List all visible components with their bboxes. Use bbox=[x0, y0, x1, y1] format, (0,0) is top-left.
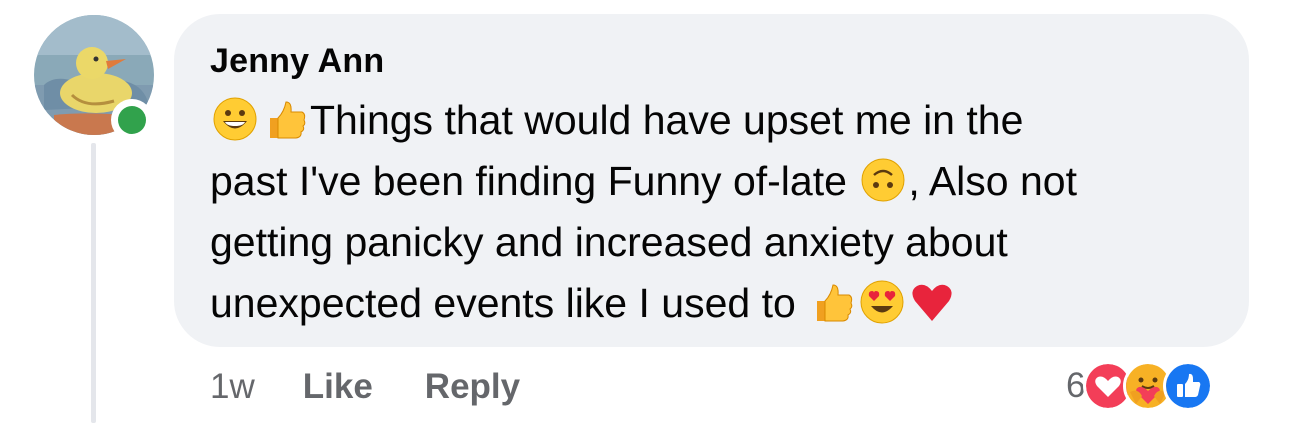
like-button[interactable]: Like bbox=[303, 367, 373, 407]
thumbs-up-icon bbox=[262, 96, 308, 142]
comment-actions: 1w Like Reply bbox=[210, 362, 572, 412]
upside-down-face-icon bbox=[860, 157, 906, 203]
grinning-face-icon bbox=[212, 96, 258, 142]
reply-button[interactable]: Reply bbox=[425, 367, 520, 407]
comment-line-4: unexpected events like I used to bbox=[210, 280, 796, 326]
comment-line-2b: , Also not bbox=[908, 158, 1077, 204]
comment-line-2a: past I've been finding Funny of-late bbox=[210, 158, 847, 204]
like-reaction-icon bbox=[1163, 361, 1214, 411]
comment-line-3: getting panicky and increased anxiety ab… bbox=[210, 219, 1008, 265]
heart-eyes-face-icon bbox=[859, 279, 905, 325]
red-heart-icon bbox=[909, 279, 955, 325]
thread-line bbox=[91, 143, 96, 423]
thumbs-up-icon bbox=[809, 279, 855, 325]
reactions-summary[interactable]: 6 bbox=[1066, 360, 1214, 412]
comment-bubble: Jenny Ann Things that would have upset m… bbox=[174, 14, 1249, 347]
comment-text: Things that would have upset me in the p… bbox=[210, 90, 1209, 334]
comment-timestamp[interactable]: 1w bbox=[210, 367, 255, 407]
comment-author[interactable]: Jenny Ann bbox=[210, 40, 1209, 82]
comment-line-1: Things that would have upset me in the bbox=[310, 97, 1024, 143]
online-status-indicator bbox=[111, 99, 153, 141]
